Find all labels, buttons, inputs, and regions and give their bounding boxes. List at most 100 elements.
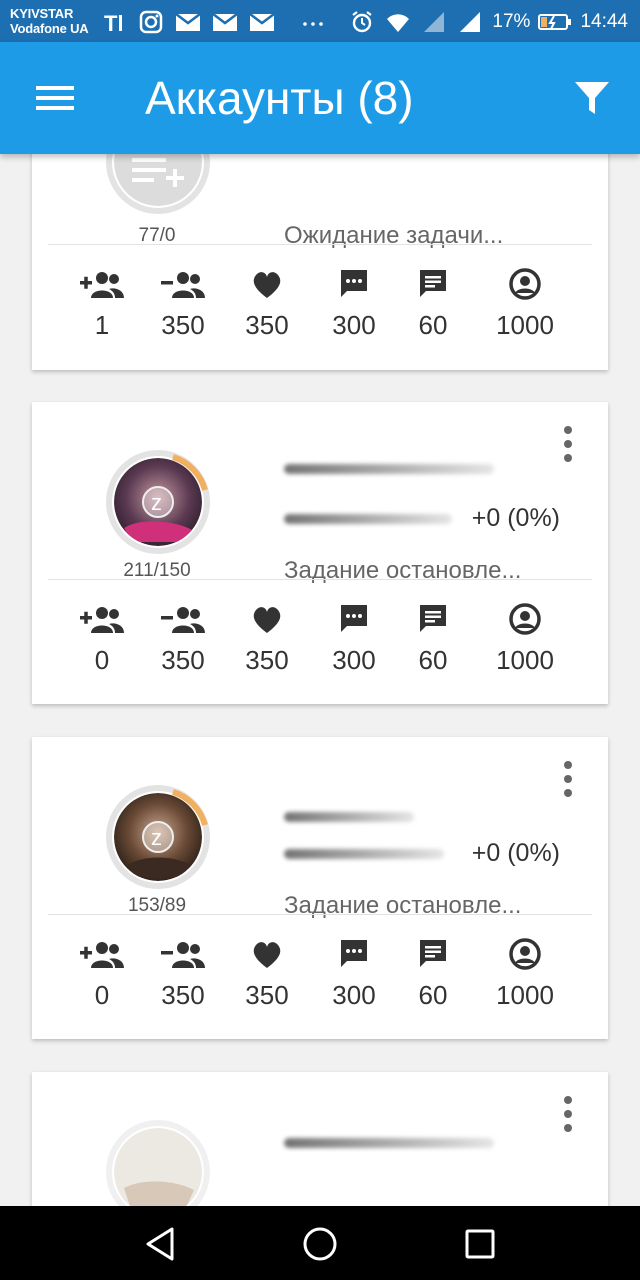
heart-icon (253, 942, 281, 968)
remove-person-icon (161, 942, 205, 968)
message-icon (420, 940, 446, 967)
stat-value: 1 (94, 310, 110, 340)
account-circle-icon (509, 268, 541, 300)
stat-likes: 350 (227, 603, 307, 676)
stat-unfollow: 350 (143, 268, 223, 341)
divider (48, 914, 592, 915)
stat-value: 300 (332, 980, 376, 1010)
system-status: 17% 14:44 (348, 8, 628, 36)
stat-messages: 60 (393, 268, 473, 341)
stat-value: 60 (418, 980, 448, 1010)
stat-profile: 1000 (485, 603, 565, 676)
battery-icon (538, 14, 572, 30)
avatar[interactable]: z (106, 450, 210, 554)
task-status: Ожидание задачи... (284, 222, 504, 249)
message-icon (420, 605, 446, 632)
more-vert-icon[interactable] (556, 424, 580, 464)
stat-value: 350 (161, 980, 205, 1010)
divider (48, 579, 592, 580)
more-vert-icon[interactable] (556, 759, 580, 799)
stat-value: 350 (161, 310, 205, 340)
balance-change: +0 (0%) (471, 504, 560, 532)
stat-messages: 60 (393, 603, 473, 676)
redacted-username (284, 812, 414, 822)
redacted-username (284, 514, 452, 524)
stat-messages: 60 (393, 938, 473, 1011)
avatar[interactable]: z (106, 785, 210, 889)
t-icon: T (104, 11, 122, 34)
comment-dots-icon (341, 270, 367, 297)
stat-profile: 1000 (485, 938, 565, 1011)
more-dots-icon (303, 22, 323, 26)
back-icon[interactable] (140, 1224, 180, 1264)
stat-value: 60 (418, 310, 448, 340)
menu-icon[interactable] (34, 80, 78, 116)
account-circle-icon (509, 603, 541, 635)
signal-icon (424, 12, 445, 32)
add-person-icon (80, 607, 124, 633)
navigation-bar (0, 1206, 640, 1280)
stat-value: 300 (332, 645, 376, 675)
redacted-username (284, 849, 444, 859)
stat-value: 350 (245, 645, 289, 675)
wifi-icon (387, 14, 410, 32)
profile-photo: z (114, 458, 202, 546)
add-person-icon (80, 272, 124, 298)
stat-profile: 1000 (485, 268, 565, 341)
account-card[interactable]: z 153/89 +0 (0%) Задание остановле... 0 … (32, 737, 608, 1039)
stats-row: 0 350 350 300 60 1000 (32, 603, 608, 693)
stat-value: 350 (161, 645, 205, 675)
profile-photo: z (114, 793, 202, 881)
profile-photo (114, 1128, 202, 1216)
balance-change: +0 (0%) (471, 839, 560, 867)
message-icon (420, 270, 446, 297)
more-vert-icon[interactable] (556, 1094, 580, 1134)
stat-value: 350 (245, 980, 289, 1010)
stat-likes: 350 (227, 938, 307, 1011)
stats-row: 1 350 350 300 60 1000 (32, 268, 608, 358)
mail-icon (249, 13, 275, 31)
mail-icon (212, 13, 238, 31)
comment-dots-icon (341, 605, 367, 632)
stat-likes: 350 (227, 268, 307, 341)
stat-value: 0 (94, 645, 110, 675)
battery-percent: 17% (492, 11, 531, 32)
stat-unfollow: 350 (143, 603, 223, 676)
app-bar: Аккаунты (8) (0, 42, 640, 154)
mail-icon (175, 13, 201, 31)
stat-value: 350 (245, 310, 289, 340)
signal-icon (460, 12, 481, 32)
add-person-icon (80, 942, 124, 968)
redacted-username (284, 1138, 494, 1148)
remove-person-icon (161, 272, 205, 298)
stat-comments: 300 (314, 603, 394, 676)
instagram-icon (139, 10, 163, 34)
alarm-icon (352, 11, 373, 33)
account-card[interactable]: z 211/150 +0 (0%) Задание остановле... 0… (32, 402, 608, 704)
stat-value: 0 (94, 980, 110, 1010)
stat-value: 60 (418, 645, 448, 675)
recents-icon[interactable] (460, 1224, 500, 1264)
comment-dots-icon (341, 940, 367, 967)
redacted-username (284, 464, 494, 474)
account-circle-icon (509, 938, 541, 970)
remove-person-icon (161, 607, 205, 633)
status-bar: KYIVSTAR Vodafone UA T 17% 14:44 (0, 0, 640, 42)
heart-icon (253, 607, 281, 633)
stat-follow: 0 (62, 938, 142, 1011)
notification-icons: T (100, 8, 327, 36)
task-status: Задание остановле... (284, 892, 522, 919)
stats-row: 0 350 350 300 60 1000 (32, 938, 608, 1028)
carrier-1: KYIVSTAR (10, 6, 74, 21)
clock: 14:44 (580, 11, 628, 32)
stat-follow: 0 (62, 603, 142, 676)
svg-text:T: T (104, 11, 118, 34)
page-title: Аккаунты (8) (145, 72, 414, 124)
home-icon[interactable] (300, 1224, 340, 1264)
filter-icon[interactable] (572, 78, 612, 118)
stat-follow: 1 (62, 268, 142, 341)
svg-text:z: z (151, 490, 162, 515)
carrier-2: Vodafone UA (10, 21, 89, 36)
svg-text:z: z (151, 825, 162, 850)
stat-unfollow: 350 (143, 938, 223, 1011)
